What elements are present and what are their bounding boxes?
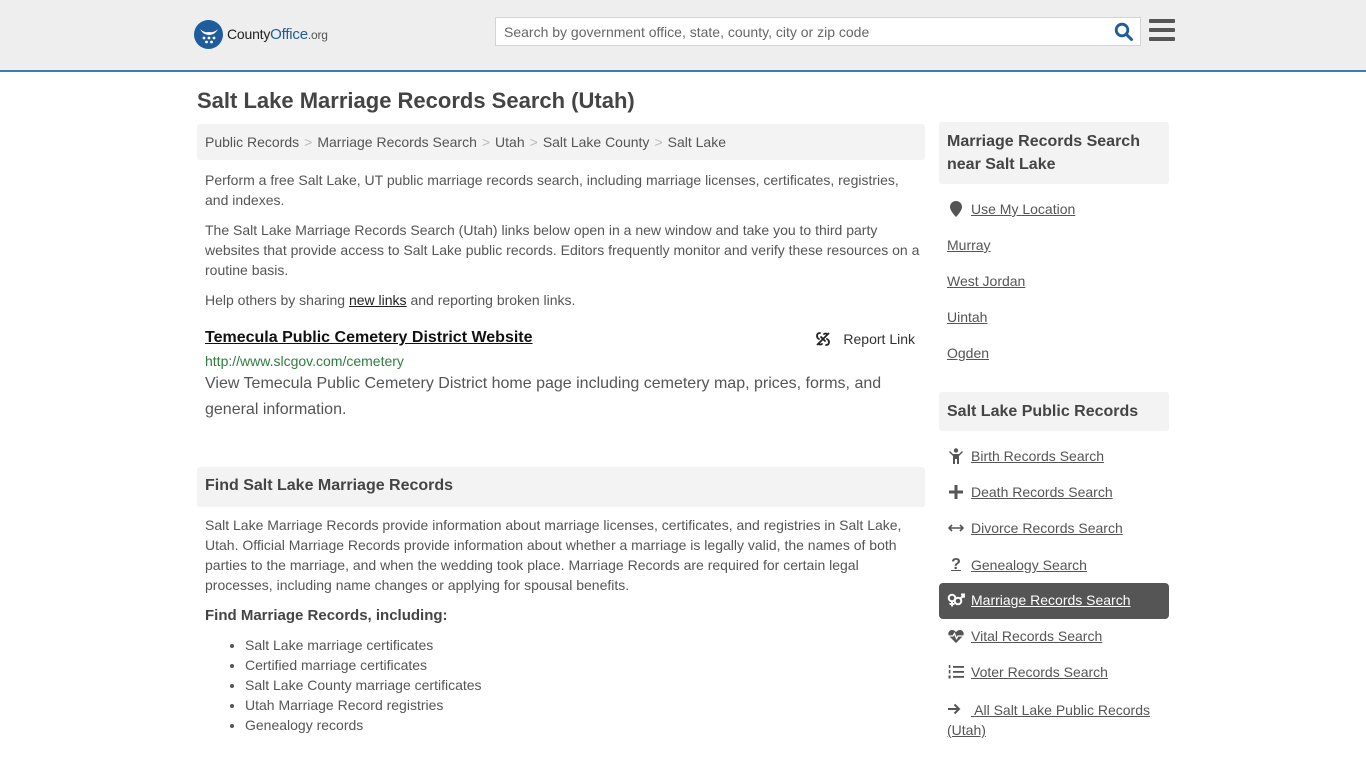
sidebar-item-label: Marriage Records Search xyxy=(971,592,1131,608)
nearby-link-murray[interactable]: Murray xyxy=(947,237,991,253)
sidebar-item-label: Voter Records Search xyxy=(971,664,1108,680)
sidebar-item-birth-records[interactable]: Birth Records Search xyxy=(947,448,1104,464)
result-url: http://www.slcgov.com/cemetery xyxy=(205,353,404,369)
broken-link-icon xyxy=(816,332,831,346)
find-records-description: Salt Lake Marriage Records provide infor… xyxy=(205,517,902,593)
breadcrumb-separator: > xyxy=(481,134,491,150)
site-header: CountyOffice.org xyxy=(0,0,1366,72)
resource-result: Temecula Public Cemetery District Websit… xyxy=(205,329,920,423)
share-text: Help others by sharing xyxy=(205,292,349,308)
gender-symbols-icon xyxy=(947,593,965,607)
question-icon: ? xyxy=(951,556,961,573)
intro-paragraph: Perform a free Salt Lake, UT public marr… xyxy=(205,172,899,208)
list-item: Certified marriage certificates xyxy=(245,655,482,675)
share-paragraph: Help others by sharing new links and rep… xyxy=(205,290,920,310)
breadcrumb-item[interactable]: Marriage Records Search xyxy=(317,134,477,150)
list-ol-icon xyxy=(947,665,965,679)
hamburger-menu-icon[interactable] xyxy=(1149,19,1175,43)
cross-icon xyxy=(947,485,965,499)
share-text-end: and reporting broken links. xyxy=(406,292,576,308)
sidebar-item-label: Divorce Records Search xyxy=(971,520,1123,536)
new-links-link[interactable]: new links xyxy=(349,292,407,308)
sidebar-item-all-public-records[interactable]: All Salt Lake Public Records (Utah) xyxy=(947,700,1162,740)
list-item: Genealogy records xyxy=(245,715,482,735)
page-title: Salt Lake Marriage Records Search (Utah) xyxy=(197,88,635,113)
search-icon xyxy=(1114,22,1133,41)
breadcrumb-separator: > xyxy=(654,134,663,150)
sidebar-item-label: Vital Records Search xyxy=(971,628,1103,644)
nearby-link-uintah[interactable]: Uintah xyxy=(947,309,987,325)
breadcrumb-item[interactable]: Utah xyxy=(495,134,525,150)
nearby-link-ogden[interactable]: Ogden xyxy=(947,345,989,361)
breadcrumb-separator: > xyxy=(529,134,538,150)
search-button[interactable] xyxy=(1114,22,1134,42)
sidebar-item-genealogy[interactable]: ? Genealogy Search xyxy=(947,556,1087,574)
nearby-link-west-jordan[interactable]: West Jordan xyxy=(947,273,1025,289)
list-item: Utah Marriage Record registries xyxy=(245,695,482,715)
search-bar xyxy=(495,17,1141,46)
breadcrumb-item[interactable]: Salt Lake xyxy=(668,134,726,150)
nearby-heading: Marriage Records Search near Salt Lake xyxy=(939,122,1169,184)
use-my-location-link[interactable]: Use My Location xyxy=(947,201,1075,217)
arrows-horizontal-icon xyxy=(947,523,965,533)
site-logo[interactable]: CountyOffice.org xyxy=(194,20,328,49)
list-item: Salt Lake marriage certificates xyxy=(245,635,482,655)
sidebar-item-death-records[interactable]: Death Records Search xyxy=(947,484,1113,500)
report-link-button[interactable]: Report Link xyxy=(815,331,915,347)
sidebar-item-label: Birth Records Search xyxy=(971,448,1105,464)
logo-text: CountyOffice.org xyxy=(227,26,328,43)
map-marker-icon xyxy=(947,201,965,217)
sidebar-item-divorce-records[interactable]: Divorce Records Search xyxy=(947,520,1123,536)
sidebar-item-marriage-records[interactable]: Marriage Records Search xyxy=(947,592,1131,608)
sidebar-item-label: Genealogy Search xyxy=(971,557,1087,573)
use-my-location-label: Use My Location xyxy=(971,201,1076,217)
breadcrumb-item[interactable]: Public Records xyxy=(205,134,299,150)
heartbeat-icon xyxy=(947,629,965,643)
find-records-subheading: Find Marriage Records, including: xyxy=(205,607,448,624)
public-records-heading: Salt Lake Public Records xyxy=(939,392,1169,431)
sidebar-item-label: Death Records Search xyxy=(971,484,1113,500)
breadcrumb-separator: > xyxy=(304,134,313,150)
intro-paragraph: The Salt Lake Marriage Records Search (U… xyxy=(205,222,920,278)
child-icon xyxy=(947,448,965,464)
intro-text: Perform a free Salt Lake, UT public marr… xyxy=(205,170,920,320)
arrow-right-icon xyxy=(947,700,965,720)
breadcrumb: Public Records > Marriage Records Search > U… xyxy=(197,124,925,160)
eagle-stars-logo-icon xyxy=(194,20,223,49)
sidebar-item-voter-records[interactable]: Voter Records Search xyxy=(947,664,1108,680)
sidebar-item-label: All Salt Lake Public Records (Utah) xyxy=(947,702,1150,738)
result-title-link[interactable]: Temecula Public Cemetery District Websit… xyxy=(205,329,533,346)
sidebar-item-vital-records[interactable]: Vital Records Search xyxy=(947,628,1102,644)
report-link-label: Report Link xyxy=(843,331,915,347)
find-records-heading: Find Salt Lake Marriage Records xyxy=(197,467,925,507)
records-list: Salt Lake marriage certificates Certifie… xyxy=(245,635,482,735)
list-item: Salt Lake County marriage certificates xyxy=(245,675,482,695)
result-description: View Temecula Public Cemetery District h… xyxy=(205,375,882,418)
search-input[interactable] xyxy=(496,18,1096,45)
breadcrumb-item[interactable]: Salt Lake County xyxy=(543,134,650,150)
